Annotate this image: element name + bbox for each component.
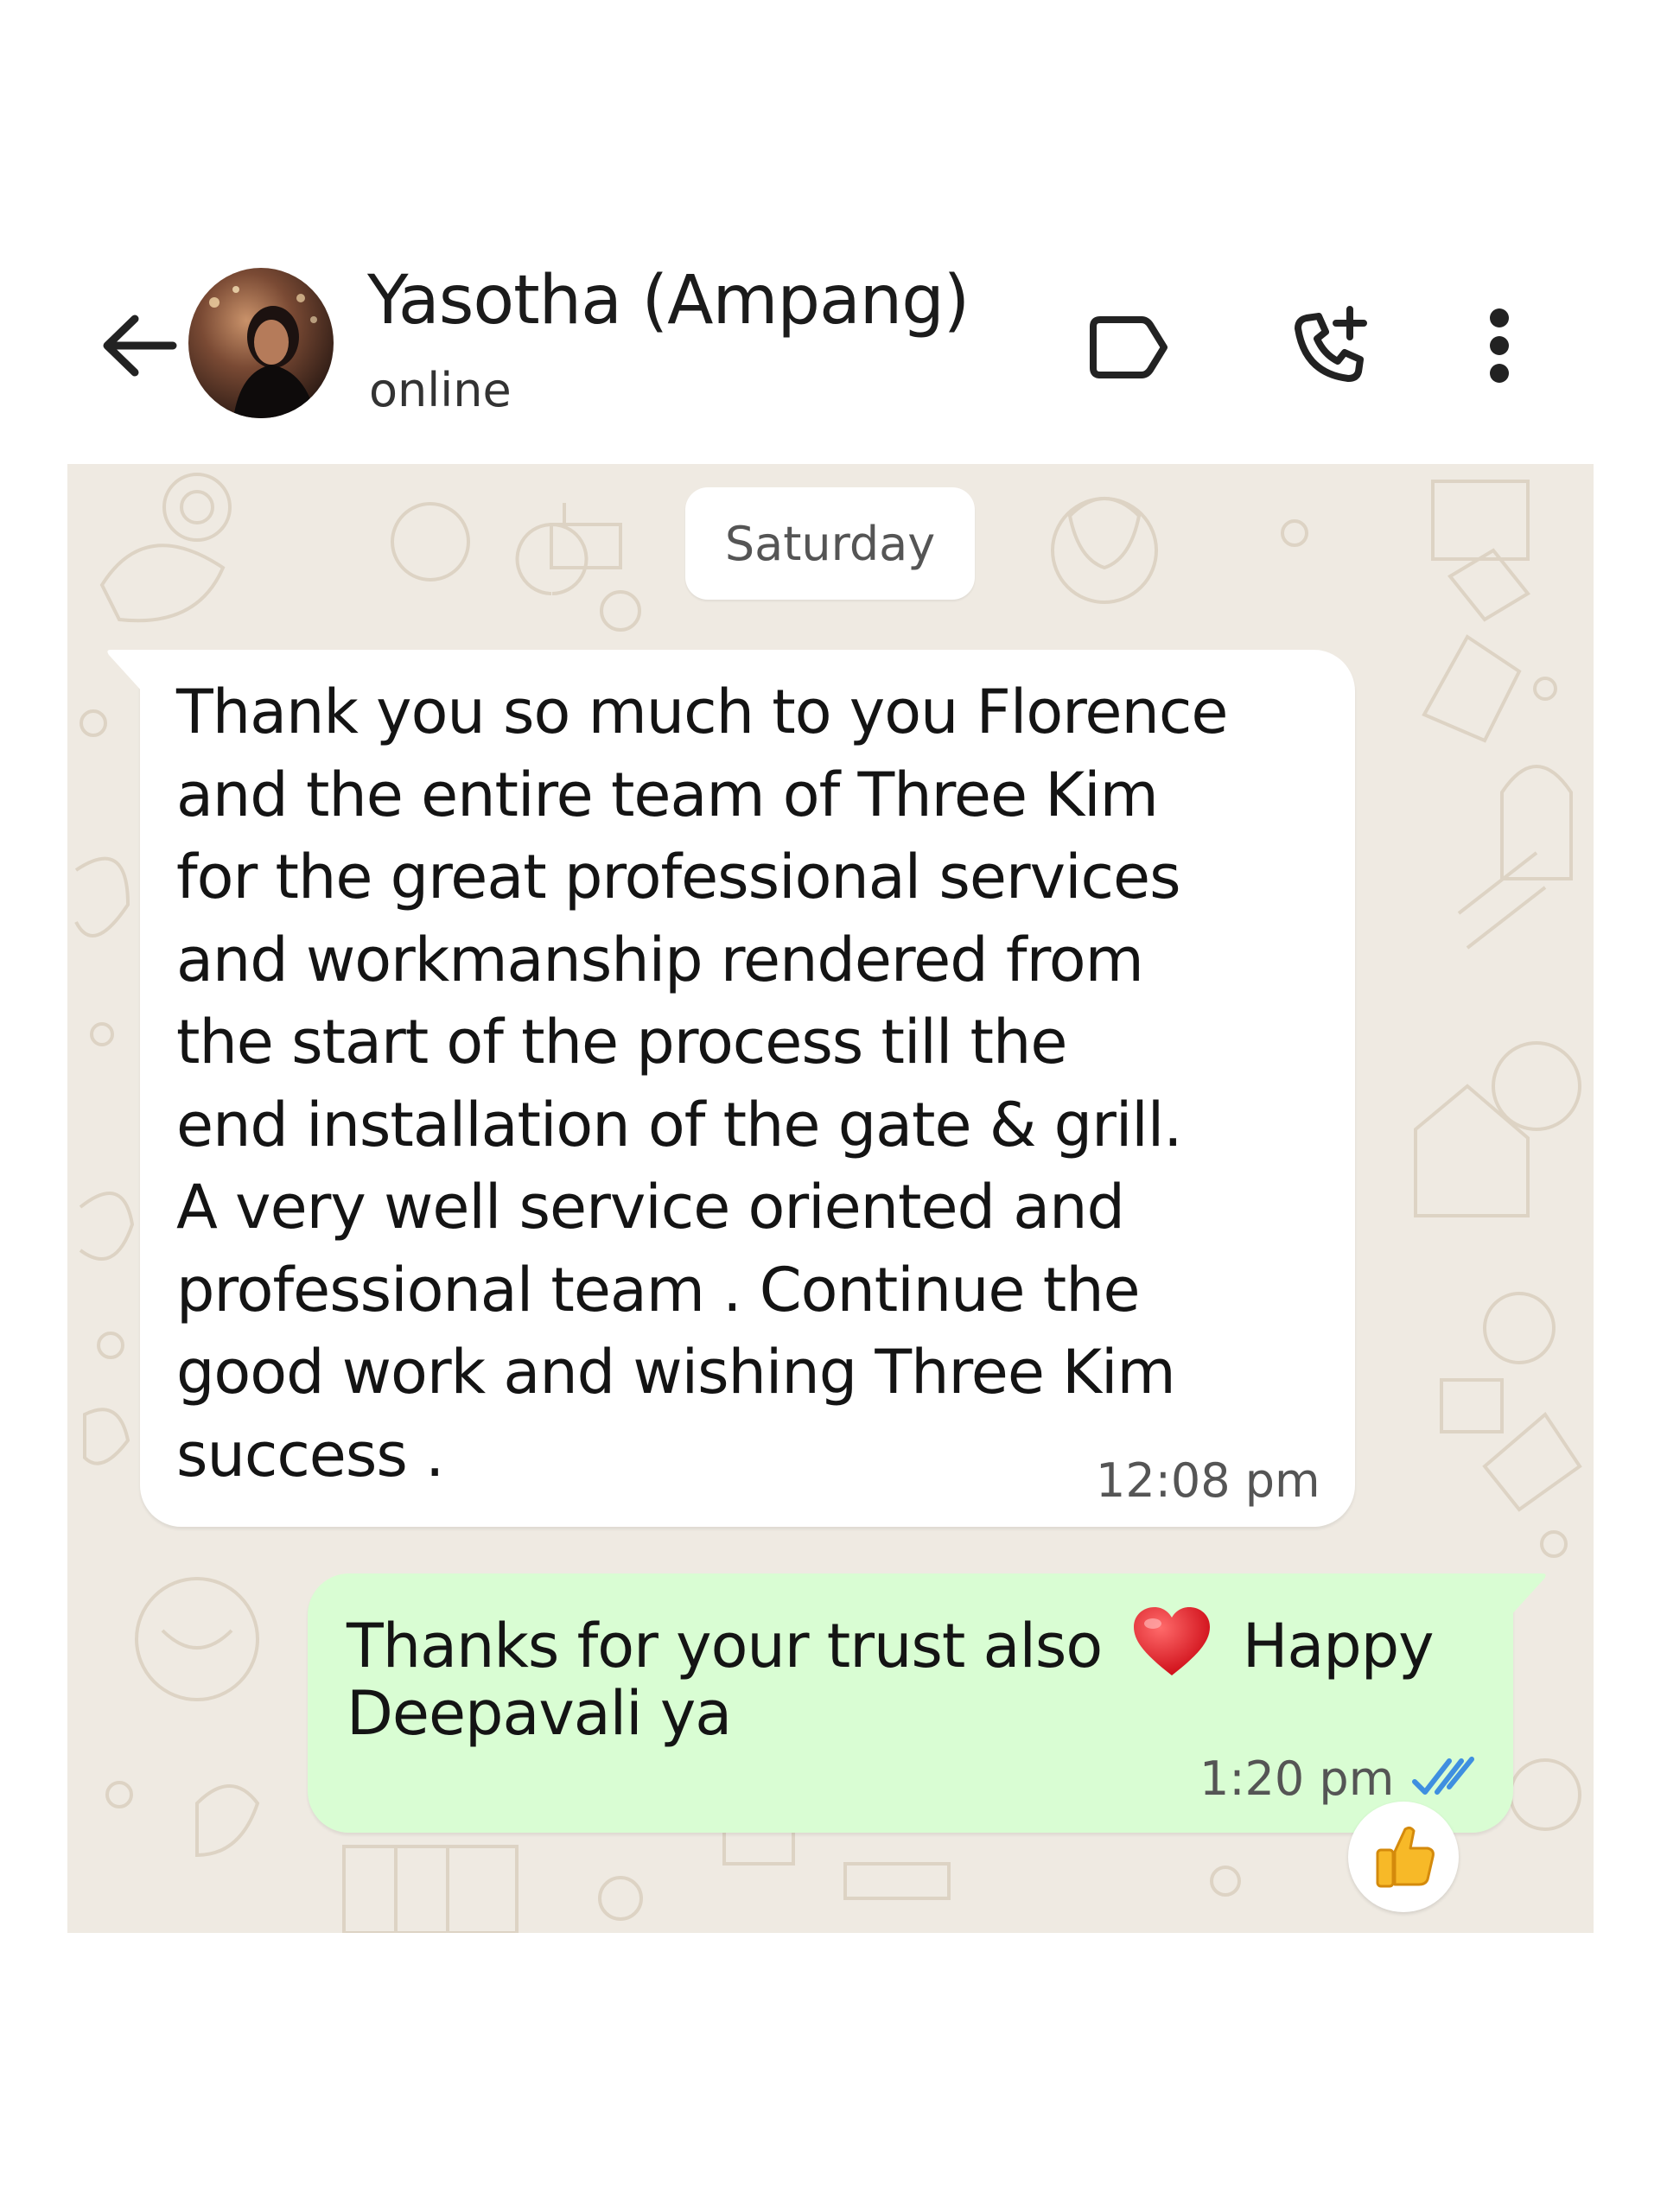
chat-header: Yasotha (Ampang) online — [0, 0, 1667, 449]
reaction-thumbs-up[interactable] — [1348, 1802, 1459, 1912]
incoming-message-time: 12:08 pm — [1096, 1453, 1320, 1508]
outgoing-text: Thanks for your trust also — [347, 1611, 1103, 1681]
label-button[interactable] — [1085, 311, 1171, 385]
add-call-button[interactable] — [1288, 302, 1374, 389]
contact-status: online — [369, 363, 512, 417]
double-check-icon — [1411, 1756, 1476, 1799]
outgoing-message-line-2: Deepavali ya — [347, 1678, 732, 1749]
incoming-message-text: Thank you so much to you Florence and th… — [176, 677, 1228, 1491]
label-icon — [1090, 316, 1168, 378]
add-call-icon — [1295, 306, 1367, 382]
heart-emoji — [1130, 1605, 1213, 1694]
avatar[interactable] — [188, 268, 334, 418]
back-button[interactable] — [95, 307, 181, 385]
chat-area[interactable]: Saturday Thank you so much to you Floren… — [67, 464, 1594, 1933]
outgoing-text-end: Happy — [1242, 1611, 1435, 1681]
back-arrow-icon — [103, 315, 177, 377]
more-options-button[interactable] — [1469, 302, 1530, 389]
avatar-photo — [188, 268, 334, 418]
more-vert-icon — [1490, 308, 1509, 383]
bubble-tail — [107, 650, 143, 693]
contact-name[interactable]: Yasotha (Ampang) — [367, 262, 970, 340]
thumbs-up-icon — [1376, 1826, 1435, 1888]
bubble-tail — [1510, 1573, 1546, 1617]
date-chip: Saturday — [685, 487, 975, 600]
outgoing-message-time: 1:20 pm — [1199, 1751, 1395, 1806]
